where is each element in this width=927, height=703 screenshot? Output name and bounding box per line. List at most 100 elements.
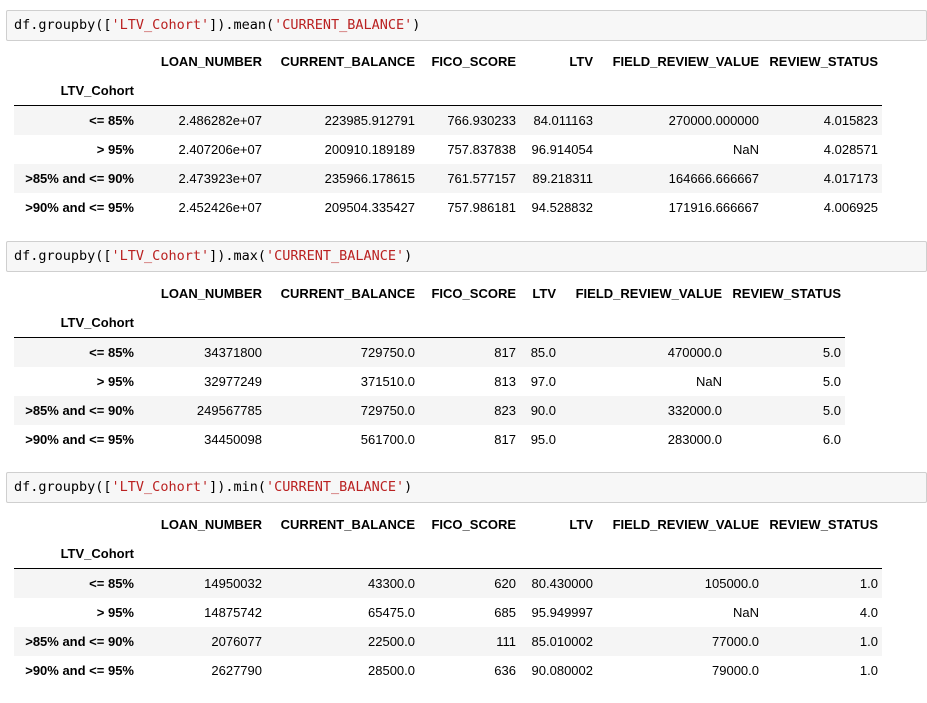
table-cell: 95.0	[530, 431, 556, 447]
table-cell: 95.949997	[531, 604, 593, 620]
table-cell: 32977249	[204, 373, 262, 389]
code-method-call: ]).max(	[209, 248, 266, 264]
table-cell: 34371800	[204, 344, 262, 360]
column-header-field-review-value: FIELD_REVIEW_VALUE	[612, 54, 759, 69]
row-index-label: <= 85%	[89, 112, 134, 128]
table-cell: 470000.0	[667, 344, 722, 360]
code-string-arg: 'LTV_Cohort'	[111, 479, 210, 495]
table-cell: 14875742	[204, 604, 262, 620]
code-suffix: )	[412, 17, 421, 33]
code-suffix: )	[404, 479, 413, 495]
table-cell: 1.0	[859, 662, 878, 678]
table-row: >90% and <= 95% 34450098 561700.0 817 95…	[14, 425, 845, 454]
table-row: >85% and <= 90% 2076077 22500.0 111 85.0…	[14, 626, 882, 656]
code-cell-max[interactable]: df.groupby(['LTV_Cohort']).max('CURRENT_…	[6, 241, 927, 272]
table-cell: 817	[494, 344, 516, 360]
row-index-label: >85% and <= 90%	[25, 402, 134, 418]
index-name: LTV_Cohort	[14, 76, 138, 106]
table-cell: 2076077	[211, 633, 262, 649]
column-header-fico-score: FICO_SCORE	[431, 517, 516, 532]
table-cell: 97.0	[530, 373, 556, 389]
corner-cell	[14, 47, 138, 76]
table-cell: 823	[494, 402, 516, 418]
code-string-arg: 'CURRENT_BALANCE'	[274, 17, 413, 33]
row-index-label: >85% and <= 90%	[25, 170, 134, 186]
table-row: >90% and <= 95% 2627790 28500.0 636 90.0…	[14, 656, 882, 685]
table-cell: 766.930233	[447, 112, 516, 128]
row-index-label: <= 85%	[89, 575, 134, 591]
column-header-review-status: REVIEW_STATUS	[732, 286, 841, 301]
code-prefix: df.groupby([	[14, 479, 112, 495]
table-cell: 94.528832	[531, 199, 593, 215]
table-cell: 85.0	[530, 344, 556, 360]
code-string-arg: 'LTV_Cohort'	[111, 17, 210, 33]
column-header-field-review-value: FIELD_REVIEW_VALUE	[612, 517, 759, 532]
table-cell: 34450098	[204, 431, 262, 447]
table-cell: 636	[494, 662, 516, 678]
column-header-fico-score: FICO_SCORE	[431, 286, 516, 301]
column-header-ltv: LTV	[569, 54, 593, 69]
column-header-fico-score: FICO_SCORE	[431, 54, 516, 69]
table-cell: 79000.0	[712, 662, 759, 678]
table-row: > 95% 14875742 65475.0 685 95.949997 NaN…	[14, 598, 882, 627]
table-cell: 561700.0	[360, 431, 415, 447]
column-header-loan-number: LOAN_NUMBER	[160, 517, 262, 532]
code-prefix: df.groupby([	[14, 248, 112, 264]
table-cell: 223985.912791	[324, 112, 415, 128]
table-cell: 729750.0	[360, 402, 415, 418]
table-cell: 90.080002	[531, 662, 593, 678]
table-cell: 43300.0	[368, 575, 415, 591]
table-cell: 77000.0	[712, 633, 759, 649]
row-index-label: >90% and <= 95%	[25, 431, 134, 447]
table-cell: 235966.178615	[324, 170, 415, 186]
table-cell: 89.218311	[532, 170, 594, 186]
table-cell: 283000.0	[667, 431, 722, 447]
column-header-review-status: REVIEW_STATUS	[769, 517, 878, 532]
table-cell: 620	[494, 575, 516, 591]
code-cell-mean[interactable]: df.groupby(['LTV_Cohort']).mean('CURRENT…	[6, 10, 927, 41]
table-cell: NaN	[732, 141, 759, 157]
code-string-arg: 'LTV_Cohort'	[111, 248, 210, 264]
table-cell: 757.837838	[447, 141, 516, 157]
table-cell: 80.430000	[531, 575, 593, 591]
table-cell: 5.0	[822, 402, 841, 418]
code-cell-min[interactable]: df.groupby(['LTV_Cohort']).min('CURRENT_…	[6, 472, 927, 503]
index-name: LTV_Cohort	[14, 308, 138, 338]
row-index-label: >90% and <= 95%	[25, 199, 134, 215]
table-cell: 4.015823	[823, 112, 878, 128]
table-cell: 6.0	[822, 431, 841, 447]
corner-cell	[14, 510, 138, 539]
column-header-loan-number: LOAN_NUMBER	[160, 54, 262, 69]
table-cell: NaN	[695, 373, 722, 389]
code-string-arg: 'CURRENT_BALANCE'	[266, 479, 405, 495]
table-row: >85% and <= 90% 2.473923e+07 235966.1786…	[14, 163, 882, 193]
table-cell: 249567785	[196, 402, 262, 418]
table-cell: 4.028571	[823, 141, 878, 157]
table-cell: 817	[494, 431, 516, 447]
table-cell: 4.0	[859, 604, 878, 620]
code-prefix: df.groupby([	[14, 17, 112, 33]
column-header-field-review-value: FIELD_REVIEW_VALUE	[575, 286, 722, 301]
row-index-label: <= 85%	[89, 344, 134, 360]
table-row: <= 85% 14950032 43300.0 620 80.430000 10…	[14, 568, 882, 598]
table-cell: 96.914054	[531, 141, 593, 157]
table-row: >90% and <= 95% 2.452426e+07 209504.3354…	[14, 193, 882, 222]
table-cell: 209504.335427	[324, 199, 415, 215]
table-cell: 371510.0	[360, 373, 415, 389]
row-index-label: > 95%	[96, 604, 134, 620]
table-cell: 200910.189189	[324, 141, 415, 157]
column-header-ltv: LTV	[532, 286, 556, 301]
code-suffix: )	[404, 248, 413, 264]
column-header-loan-number: LOAN_NUMBER	[160, 286, 262, 301]
row-index-label: > 95%	[96, 141, 134, 157]
table-cell: 5.0	[822, 373, 841, 389]
table-row: <= 85% 34371800 729750.0 817 85.0 470000…	[14, 337, 845, 367]
dataframe-mean: LOAN_NUMBER CURRENT_BALANCE FICO_SCORE L…	[14, 47, 882, 222]
table-cell: 90.0	[530, 402, 556, 418]
row-index-label: >85% and <= 90%	[25, 633, 134, 649]
dataframe-max: LOAN_NUMBER CURRENT_BALANCE FICO_SCORE L…	[14, 279, 845, 454]
code-method-call: ]).mean(	[209, 17, 275, 33]
table-cell: 84.011163	[533, 112, 593, 128]
table-cell: 685	[494, 604, 516, 620]
table-cell: 2627790	[211, 662, 262, 678]
